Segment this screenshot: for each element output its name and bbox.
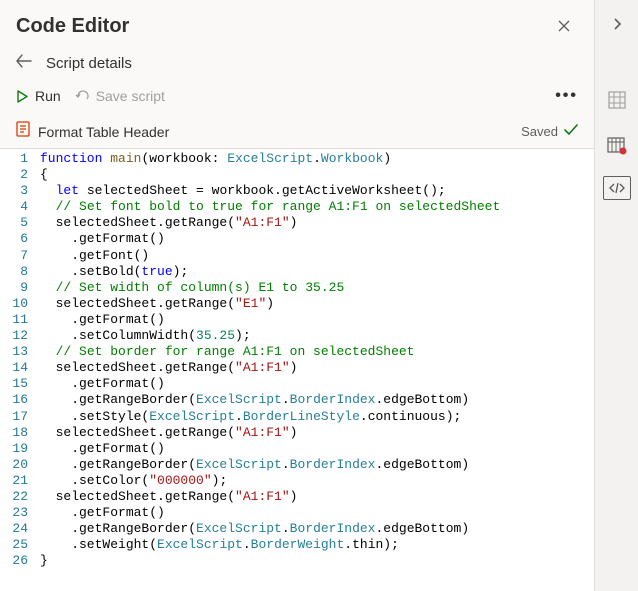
header: Code Editor	[0, 0, 594, 46]
file-title-bar: Format Table Header Saved	[0, 115, 594, 149]
close-button[interactable]	[550, 12, 578, 40]
ellipsis-icon: •••	[555, 87, 578, 104]
play-icon	[16, 90, 29, 103]
rail-button-2[interactable]	[601, 130, 633, 162]
save-button: Save script	[75, 88, 165, 104]
save-label: Save script	[96, 88, 165, 104]
toolbar: Run Save script •••	[0, 83, 594, 115]
code-content[interactable]: function main(workbook: ExcelScript.Work…	[38, 149, 500, 591]
right-rail	[594, 0, 638, 591]
arrow-left-icon	[16, 54, 32, 68]
save-status-label: Saved	[521, 124, 558, 139]
run-label: Run	[35, 88, 61, 104]
file-name: Format Table Header	[38, 124, 513, 140]
run-button[interactable]: Run	[16, 88, 61, 104]
code-icon	[608, 182, 626, 194]
rail-button-1[interactable]	[601, 84, 633, 116]
main-panel: Code Editor Script details Run Save scri…	[0, 0, 594, 591]
code-editor[interactable]: 1234567891011121314151617181920212223242…	[0, 149, 594, 591]
more-button[interactable]: •••	[555, 87, 578, 105]
page-title: Code Editor	[16, 15, 550, 38]
chevron-right-icon	[612, 17, 622, 31]
line-number-gutter: 1234567891011121314151617181920212223242…	[0, 149, 38, 591]
breadcrumb: Script details	[0, 46, 594, 83]
rail-button-3[interactable]	[603, 176, 631, 200]
expand-button[interactable]	[601, 8, 633, 40]
back-button[interactable]	[16, 54, 32, 73]
close-icon	[558, 20, 570, 32]
script-file-icon	[16, 121, 30, 142]
save-status: Saved	[521, 124, 578, 139]
check-icon	[564, 124, 578, 139]
breadcrumb-label: Script details	[46, 55, 132, 72]
record-icon	[607, 137, 627, 155]
save-icon	[75, 89, 90, 103]
grid-icon	[608, 91, 626, 109]
